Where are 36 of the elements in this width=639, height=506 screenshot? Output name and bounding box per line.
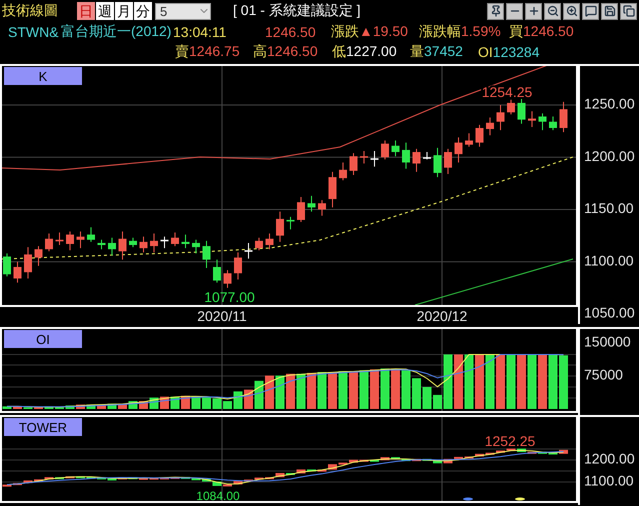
- window-title: 技術線圖: [2, 2, 59, 20]
- quote-field: 漲跌幅1.59%: [419, 23, 509, 41]
- layout-label: [ 01 - 系統建議設定 ]: [233, 2, 361, 20]
- symbol-code: STWN&: [8, 24, 60, 40]
- axis-label: 1250.00: [584, 96, 635, 112]
- panel-label[interactable]: K: [4, 67, 82, 85]
- quote-field: 量37452: [410, 43, 478, 61]
- axis-label: 150000: [584, 334, 631, 350]
- period-tab[interactable]: 分: [134, 2, 152, 20]
- symbol-name: 富台期近一(2012): [61, 23, 172, 41]
- interval-select[interactable]: 5: [155, 2, 211, 20]
- panel-label[interactable]: OI: [4, 330, 82, 348]
- axis-label: 1150.00: [584, 200, 634, 216]
- quote-time: 13:04:11: [173, 24, 228, 40]
- date-label: 2020/12: [416, 308, 468, 324]
- period-tab[interactable]: 週: [96, 2, 114, 20]
- axis-label: 75000: [584, 366, 623, 383]
- quote-field: 低1227.00: [332, 43, 410, 61]
- quote-field: OI123284: [478, 44, 639, 60]
- date-label: 2020/11: [197, 308, 247, 324]
- quote-field: 高1246.50: [253, 43, 332, 61]
- axis-label: 1200.00: [584, 148, 635, 164]
- high-price-marker: 1252.25: [484, 433, 536, 449]
- axis-label: 1100.00: [584, 472, 634, 489]
- quote-field: 買1246.50: [509, 23, 639, 41]
- axis-label: 1050.00: [584, 304, 635, 321]
- quote-field: 漲跌▲19.50: [331, 23, 419, 41]
- low-price-marker: 1077.00: [204, 289, 255, 305]
- axis-label: 1100.00: [584, 252, 634, 268]
- period-tab[interactable]: 月: [115, 2, 133, 20]
- axis-label: 1200.00: [584, 450, 635, 467]
- high-price-marker: 1254.25: [482, 84, 532, 100]
- last-price: 1246.50: [265, 24, 317, 40]
- quote-field: 賣1246.75: [175, 43, 253, 61]
- panel-label[interactable]: TOWER: [4, 418, 82, 436]
- low-price-marker: 1084.00: [196, 489, 240, 501]
